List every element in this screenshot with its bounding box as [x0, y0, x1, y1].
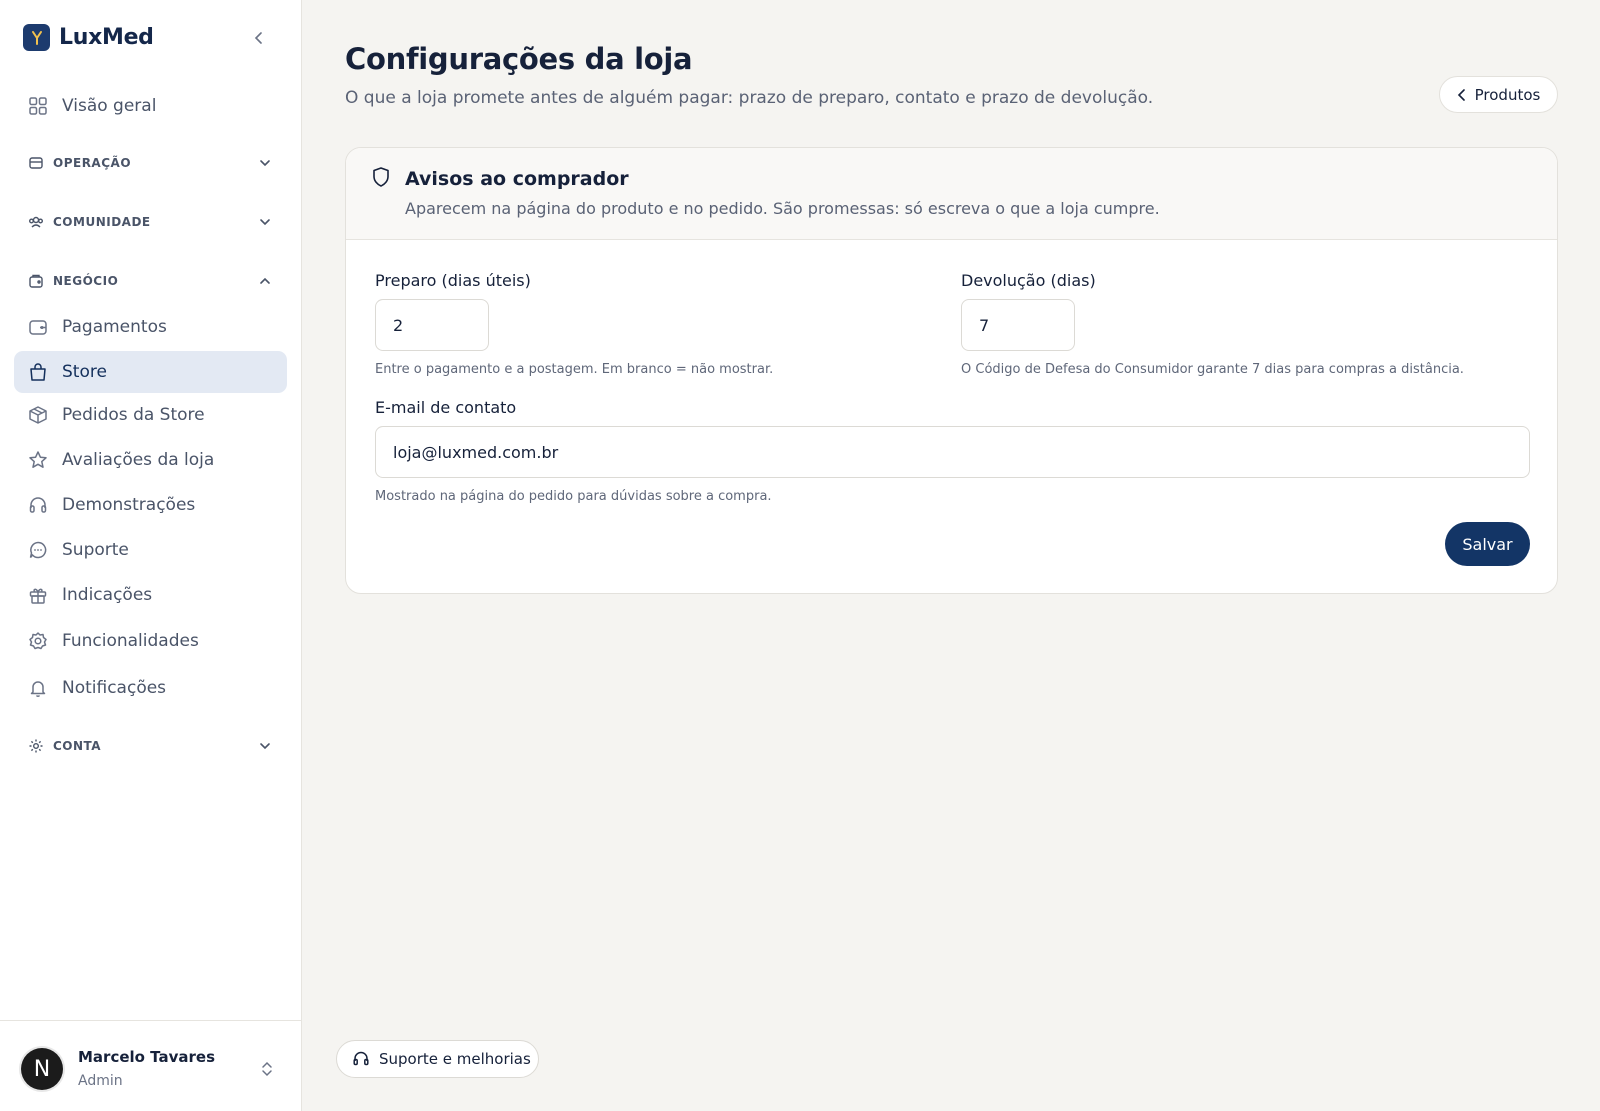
contact-email-input[interactable]	[375, 426, 1530, 478]
page-subtitle: O que a loja promete antes de alguém pag…	[345, 88, 1154, 108]
page-title: Configurações da loja	[345, 42, 693, 76]
return-days-input[interactable]	[961, 299, 1075, 351]
headphones-icon	[28, 495, 48, 515]
user-menu[interactable]: N Marcelo Tavares Admin	[0, 1020, 302, 1111]
prep-days-label: Preparo (dias úteis)	[375, 271, 531, 290]
return-days-label: Devolução (dias)	[961, 271, 1096, 290]
save-button[interactable]: Salvar	[1445, 522, 1530, 566]
sidebar-item-demonstracoes[interactable]: Demonstrações	[14, 484, 287, 526]
sidebar-item-suporte[interactable]: Suporte	[14, 529, 287, 571]
bell-icon	[28, 678, 48, 698]
contact-email-hint: Mostrado na página do pedido para dúvida…	[375, 489, 772, 504]
support-feedback-button[interactable]: Suporte e melhorias	[336, 1040, 539, 1078]
sidebar-item-label: Notificações	[62, 678, 167, 698]
sidebar: LuxMed Visão geral OPERAÇÃO COMUNIDADE N…	[0, 0, 302, 1111]
sidebar-item-pedidos-store[interactable]: Pedidos da Store	[14, 394, 287, 436]
business-icon	[28, 273, 44, 289]
community-icon	[28, 214, 44, 230]
back-button-label: Produtos	[1474, 85, 1541, 104]
gift-icon	[28, 585, 48, 605]
buyer-notices-card: Avisos ao comprador Aparecem na página d…	[345, 147, 1558, 594]
sidebar-item-label: Avaliações da loja	[62, 450, 215, 470]
section-comunidade[interactable]: COMUNIDADE	[14, 205, 287, 239]
user-role: Admin	[78, 1073, 123, 1089]
section-label: COMUNIDADE	[53, 215, 151, 229]
settings-icon	[28, 738, 44, 754]
chevron-up-icon	[257, 273, 273, 289]
sidebar-item-avaliacoes[interactable]: Avaliações da loja	[14, 439, 287, 481]
section-label: CONTA	[53, 739, 102, 753]
gear-icon	[28, 631, 48, 651]
brand-logo	[23, 24, 50, 51]
grid-icon	[28, 96, 48, 116]
shield-icon	[373, 167, 389, 187]
sidebar-item-label: Suporte	[62, 540, 129, 560]
avatar: N	[21, 1048, 63, 1090]
contact-email-label: E-mail de contato	[375, 398, 517, 417]
sidebar-item-funcionalidades[interactable]: Funcionalidades	[14, 620, 287, 662]
section-label: NEGÓCIO	[53, 274, 119, 288]
sidebar-item-notificacoes[interactable]: Notificações	[14, 667, 287, 709]
sidebar-item-label: Store	[62, 362, 107, 382]
sidebar-item-indicacoes[interactable]: Indicações	[14, 574, 287, 616]
prep-days-hint: Entre o pagamento e a postagem. Em branc…	[375, 362, 774, 377]
section-operacao[interactable]: OPERAÇÃO	[14, 146, 287, 180]
sidebar-item-label: Visão geral	[62, 96, 157, 116]
sidebar-item-label: Pagamentos	[62, 317, 167, 337]
support-button-label: Suporte e melhorias	[379, 1050, 531, 1068]
collapse-sidebar-button[interactable]	[248, 27, 270, 49]
brand[interactable]: LuxMed	[23, 24, 154, 51]
sidebar-item-store[interactable]: Store	[14, 351, 287, 393]
user-switch-button[interactable]	[256, 1058, 278, 1080]
chevron-down-icon	[257, 155, 273, 171]
sidebar-item-label: Demonstrações	[62, 495, 196, 515]
star-icon	[28, 450, 48, 470]
user-name: Marcelo Tavares	[78, 1048, 215, 1066]
section-conta[interactable]: CONTA	[14, 729, 287, 763]
sidebar-item-label: Pedidos da Store	[62, 405, 205, 425]
card-title: Avisos ao comprador	[405, 168, 629, 190]
chevron-left-icon	[1457, 88, 1467, 101]
chevron-down-icon	[257, 738, 273, 754]
card-header: Avisos ao comprador Aparecem na página d…	[346, 148, 1557, 240]
sidebar-item-pagamentos[interactable]: Pagamentos	[14, 306, 287, 348]
prep-days-input[interactable]	[375, 299, 489, 351]
wallet-icon	[28, 317, 48, 337]
shopping-bag-icon	[28, 362, 48, 382]
section-negocio[interactable]: NEGÓCIO	[14, 264, 287, 298]
section-label: OPERAÇÃO	[53, 156, 132, 170]
card-description: Aparecem na página do produto e no pedid…	[405, 199, 1160, 218]
sidebar-item-label: Funcionalidades	[62, 631, 199, 651]
sidebar-item-overview[interactable]: Visão geral	[14, 85, 287, 127]
chevron-down-icon	[257, 214, 273, 230]
headset-icon	[352, 1050, 370, 1068]
brand-name: LuxMed	[59, 25, 154, 50]
chevron-left-icon	[254, 32, 262, 44]
back-to-products-button[interactable]: Produtos	[1439, 76, 1558, 113]
package-icon	[28, 405, 48, 425]
chevrons-up-down-icon	[262, 1061, 272, 1077]
operation-icon	[28, 155, 44, 171]
chat-icon	[28, 540, 48, 560]
sidebar-item-label: Indicações	[62, 585, 153, 605]
return-days-hint: O Código de Defesa do Consumidor garante…	[961, 362, 1464, 377]
